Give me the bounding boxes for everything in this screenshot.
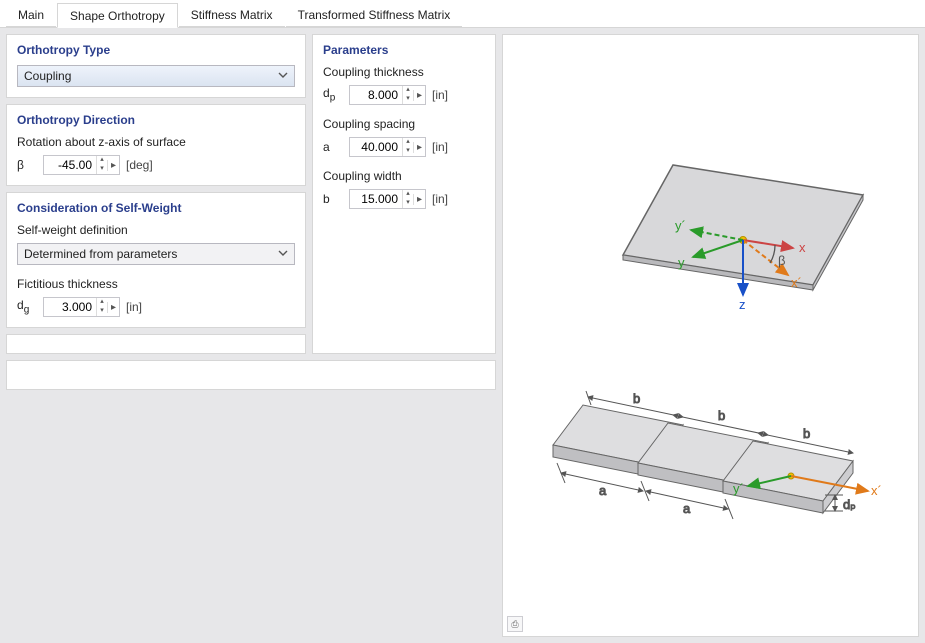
label-coupling-width: Coupling width bbox=[323, 169, 485, 183]
chevron-down-icon bbox=[276, 247, 290, 261]
svg-text:a: a bbox=[683, 501, 691, 516]
dp-unit: [in] bbox=[432, 88, 448, 102]
b-unit: [in] bbox=[432, 192, 448, 206]
svg-text:x´: x´ bbox=[871, 483, 882, 498]
self-weight-value: Determined from parameters bbox=[24, 247, 276, 261]
b-input[interactable]: ▴ ▾ ▸ bbox=[349, 189, 426, 209]
svg-text:b: b bbox=[803, 426, 810, 441]
beta-unit: [deg] bbox=[126, 158, 153, 172]
svg-text:y´: y´ bbox=[675, 218, 686, 233]
label-fictitious-thickness: Fictitious thickness bbox=[17, 277, 295, 291]
spin-down-icon[interactable]: ▾ bbox=[97, 165, 107, 174]
empty-panel bbox=[6, 334, 306, 354]
dg-input-field[interactable] bbox=[44, 298, 96, 316]
svg-text:x: x bbox=[799, 240, 806, 255]
spin-down-icon[interactable]: ▾ bbox=[403, 147, 413, 156]
svg-text:β: β bbox=[778, 253, 785, 268]
popup-arrow-icon[interactable]: ▸ bbox=[413, 194, 425, 205]
spin-up-icon[interactable]: ▴ bbox=[403, 86, 413, 95]
beta-input-field[interactable] bbox=[44, 156, 96, 174]
panel-self-weight: Consideration of Self-Weight Self-weight… bbox=[6, 192, 306, 328]
popup-arrow-icon[interactable]: ▸ bbox=[413, 142, 425, 153]
self-weight-select[interactable]: Determined from parameters bbox=[17, 243, 295, 265]
svg-text:y: y bbox=[678, 255, 685, 270]
svg-text:b: b bbox=[633, 391, 640, 406]
label-self-weight-def: Self-weight definition bbox=[17, 223, 295, 237]
dg-unit: [in] bbox=[126, 300, 142, 314]
bottom-panel bbox=[6, 360, 496, 390]
dg-input[interactable]: ▴ ▾ ▸ bbox=[43, 297, 120, 317]
panel-orthotropy-direction: Orthotropy Direction Rotation about z-ax… bbox=[6, 104, 306, 186]
tab-main[interactable]: Main bbox=[6, 3, 56, 27]
a-symbol: a bbox=[323, 140, 343, 154]
tab-stiffness-matrix[interactable]: Stiffness Matrix bbox=[179, 3, 285, 27]
svg-text:z: z bbox=[739, 297, 746, 312]
popup-arrow-icon[interactable]: ▸ bbox=[413, 90, 425, 101]
popup-arrow-icon[interactable]: ▸ bbox=[107, 302, 119, 313]
title-orthotropy-direction: Orthotropy Direction bbox=[17, 113, 295, 127]
dp-input[interactable]: ▴ ▾ ▸ bbox=[349, 85, 426, 105]
title-orthotropy-type: Orthotropy Type bbox=[17, 43, 295, 57]
workspace: Orthotropy Type Coupling Orthotropy Dire… bbox=[0, 27, 925, 643]
b-symbol: b bbox=[323, 192, 343, 206]
a-unit: [in] bbox=[432, 140, 448, 154]
label-coupling-thickness: Coupling thickness bbox=[323, 65, 485, 79]
label-rotation-about-z: Rotation about z-axis of surface bbox=[17, 135, 295, 149]
label-coupling-spacing: Coupling spacing bbox=[323, 117, 485, 131]
a-input-field[interactable] bbox=[350, 138, 402, 156]
dg-symbol: dg bbox=[17, 298, 37, 315]
spin-down-icon[interactable]: ▾ bbox=[403, 95, 413, 104]
title-parameters: Parameters bbox=[323, 43, 485, 57]
chevron-down-icon bbox=[276, 69, 290, 83]
spin-up-icon[interactable]: ▴ bbox=[403, 190, 413, 199]
beta-input[interactable]: ▴ ▾ ▸ bbox=[43, 155, 120, 175]
dp-input-field[interactable] bbox=[350, 86, 402, 104]
orthotropy-type-select[interactable]: Coupling bbox=[17, 65, 295, 87]
spin-up-icon[interactable]: ▴ bbox=[403, 138, 413, 147]
spin-up-icon[interactable]: ▴ bbox=[97, 156, 107, 165]
left-column: Orthotropy Type Coupling Orthotropy Dire… bbox=[6, 34, 496, 637]
tab-bar: Main Shape Orthotropy Stiffness Matrix T… bbox=[0, 0, 925, 27]
tab-shape-orthotropy[interactable]: Shape Orthotropy bbox=[57, 3, 178, 28]
svg-text:a: a bbox=[599, 483, 607, 498]
orthotropy-type-value: Coupling bbox=[24, 69, 276, 83]
dp-symbol: dp bbox=[323, 86, 343, 103]
a-input[interactable]: ▴ ▾ ▸ bbox=[349, 137, 426, 157]
tab-transformed-stiffness-matrix[interactable]: Transformed Stiffness Matrix bbox=[286, 3, 463, 27]
panel-orthotropy-type: Orthotropy Type Coupling bbox=[6, 34, 306, 98]
b-input-field[interactable] bbox=[350, 190, 402, 208]
spin-up-icon[interactable]: ▴ bbox=[97, 298, 107, 307]
panel-parameters: Parameters Coupling thickness dp ▴ ▾ ▸ bbox=[312, 34, 496, 354]
popup-arrow-icon[interactable]: ▸ bbox=[107, 160, 119, 171]
export-image-icon[interactable]: ⎙ bbox=[507, 616, 523, 632]
svg-text:y´: y´ bbox=[733, 481, 744, 496]
diagram-svg: x x´ y y´ z β bbox=[503, 35, 913, 625]
window: Main Shape Orthotropy Stiffness Matrix T… bbox=[0, 0, 925, 643]
spin-down-icon[interactable]: ▾ bbox=[403, 199, 413, 208]
svg-text:dₚ: dₚ bbox=[843, 497, 856, 512]
title-self-weight: Consideration of Self-Weight bbox=[17, 201, 295, 215]
preview-pane: x x´ y y´ z β bbox=[502, 34, 919, 637]
spin-down-icon[interactable]: ▾ bbox=[97, 307, 107, 316]
svg-text:b: b bbox=[718, 408, 725, 423]
svg-text:x´: x´ bbox=[791, 275, 802, 290]
beta-symbol: β bbox=[17, 158, 37, 172]
